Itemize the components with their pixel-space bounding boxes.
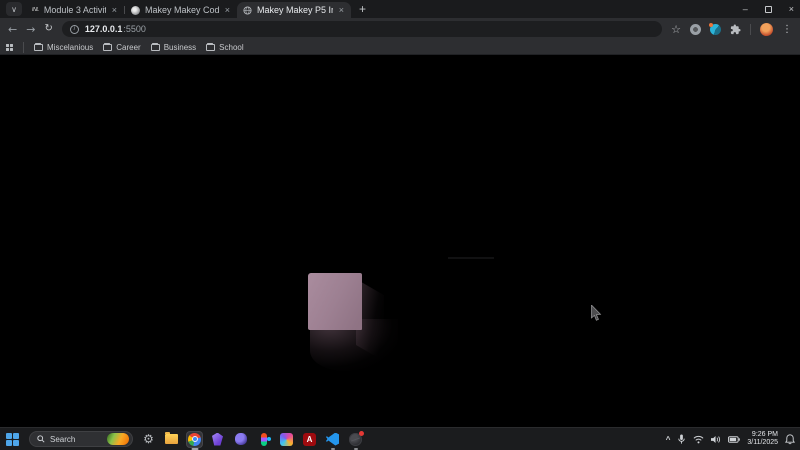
wifi-icon[interactable]	[693, 435, 704, 444]
photos-app-icon[interactable]	[279, 432, 294, 447]
search-highlight-image	[107, 433, 129, 445]
tab-title: Module 3 Activity 1 - DESN228	[43, 5, 106, 15]
figma-app-icon[interactable]	[256, 432, 271, 447]
bookmark-label: Career	[116, 42, 141, 52]
url-host: 127.0.0.1	[84, 24, 123, 34]
acrobat-icon: A	[303, 432, 316, 446]
search-icon	[37, 435, 45, 443]
globe-favicon	[243, 5, 252, 15]
close-window-button[interactable]: ×	[789, 4, 794, 14]
folder-icon	[165, 432, 178, 444]
bookmarks-bar: Miscelanious Career Business School	[0, 40, 800, 55]
bookmark-folder-career[interactable]: Career	[103, 42, 141, 52]
tray-chevron-up-icon[interactable]: ^	[666, 435, 671, 444]
sphere-icon	[349, 430, 364, 446]
tab-code-variations[interactable]: Makey Makey Code Variations ×	[125, 2, 237, 18]
vscode-icon	[326, 432, 339, 446]
faint-box-edge	[448, 257, 494, 259]
figma-icon	[260, 432, 271, 446]
search-label: Search	[50, 434, 76, 444]
dark-sphere-app-icon[interactable]	[348, 430, 364, 447]
bookmarks-divider	[23, 41, 24, 53]
chevron-down-icon: ∨	[11, 4, 17, 14]
bookmark-folder-miscelanious[interactable]: Miscelanious	[34, 42, 94, 52]
bookmark-label: Miscelanious	[47, 42, 94, 52]
site-info-icon[interactable]: i	[69, 24, 79, 34]
microphone-icon[interactable]	[677, 433, 686, 445]
purple-gem-icon	[212, 432, 223, 446]
github-favicon	[131, 5, 140, 15]
taskbar-search[interactable]: Search	[29, 431, 133, 447]
minimize-button[interactable]: –	[743, 4, 748, 14]
apps-grid-icon[interactable]	[6, 43, 13, 51]
tab-search-button[interactable]: ∨	[6, 2, 22, 16]
close-tab-icon[interactable]: ×	[338, 5, 345, 15]
battery-icon[interactable]	[728, 435, 741, 443]
mouse-cursor	[591, 305, 602, 321]
close-tab-icon[interactable]: ×	[224, 5, 231, 15]
photos-icon	[280, 432, 293, 446]
bookmark-star-icon[interactable]: ☆	[671, 23, 681, 36]
close-tab-icon[interactable]: ×	[111, 5, 118, 15]
lms-favicon: INL	[32, 7, 39, 13]
notification-badge	[359, 430, 364, 436]
file-explorer-icon[interactable]	[164, 432, 179, 447]
bookmark-folder-school[interactable]: School	[206, 42, 244, 52]
extension-icon[interactable]	[690, 23, 701, 35]
maximize-button[interactable]	[764, 5, 772, 13]
tray-clock[interactable]: 9:26 PM 3/11/2025	[747, 431, 778, 447]
tab-title: Makey Makey P5 Interface	[257, 5, 333, 15]
extensions-puzzle-icon[interactable]	[730, 23, 741, 35]
windows-taskbar: Search ⚙ A ^ 9:26 PM 3/11/2025	[0, 427, 800, 450]
browser-toolbar: ← → ↻ i 127.0.0.1 :5500 ☆ ⋮	[0, 18, 800, 40]
tray-time: 9:26 PM	[751, 431, 778, 438]
folder-icon	[206, 42, 216, 51]
tab-module3-activity[interactable]: INL Module 3 Activity 1 - DESN228 ×	[26, 2, 124, 18]
bookmark-label: Business	[163, 42, 197, 52]
profile-avatar[interactable]	[760, 22, 773, 36]
notification-bell-icon[interactable]	[785, 433, 795, 445]
chrome-app-icon[interactable]	[187, 431, 202, 447]
back-button[interactable]: ←	[8, 24, 17, 35]
gear-icon: ⚙	[143, 432, 154, 446]
vscode-app-icon[interactable]	[325, 432, 340, 447]
tab-title: Makey Makey Code Variations	[145, 5, 219, 15]
folder-icon	[34, 42, 43, 51]
speaker-icon[interactable]	[711, 435, 721, 444]
bookmark-folder-business[interactable]: Business	[150, 42, 197, 52]
bookmark-label: School	[219, 42, 244, 52]
folder-icon	[150, 42, 160, 51]
tab-p5-interface[interactable]: Makey Makey P5 Interface ×	[237, 2, 351, 18]
acrobat-app-icon[interactable]: A	[302, 432, 317, 447]
3d-box-render	[306, 273, 426, 393]
purple-app-icon[interactable]	[233, 432, 248, 447]
p5-webgl-canvas[interactable]	[0, 55, 800, 427]
purple-blob-icon	[234, 433, 247, 445]
toolbar-divider	[750, 23, 751, 35]
folder-icon	[103, 42, 113, 51]
forward-button[interactable]: →	[26, 24, 35, 35]
box-front-face	[308, 273, 362, 330]
settings-app-icon[interactable]: ⚙	[141, 432, 156, 447]
url-port: :5500	[123, 24, 146, 34]
browser-titlebar: ∨ INL Module 3 Activity 1 - DESN228 × Ma…	[0, 0, 800, 18]
reload-button[interactable]: ↻	[44, 24, 52, 34]
obsidian-app-icon[interactable]	[210, 432, 225, 447]
chrome-icon	[188, 432, 201, 446]
browser-menu-icon[interactable]: ⋮	[782, 24, 792, 35]
new-tab-button[interactable]: +	[359, 2, 366, 16]
tray-date: 3/11/2025	[747, 439, 778, 446]
extension-icon-teal[interactable]	[709, 22, 721, 35]
address-bar[interactable]: i 127.0.0.1 :5500	[61, 21, 663, 37]
start-button[interactable]	[6, 432, 19, 446]
